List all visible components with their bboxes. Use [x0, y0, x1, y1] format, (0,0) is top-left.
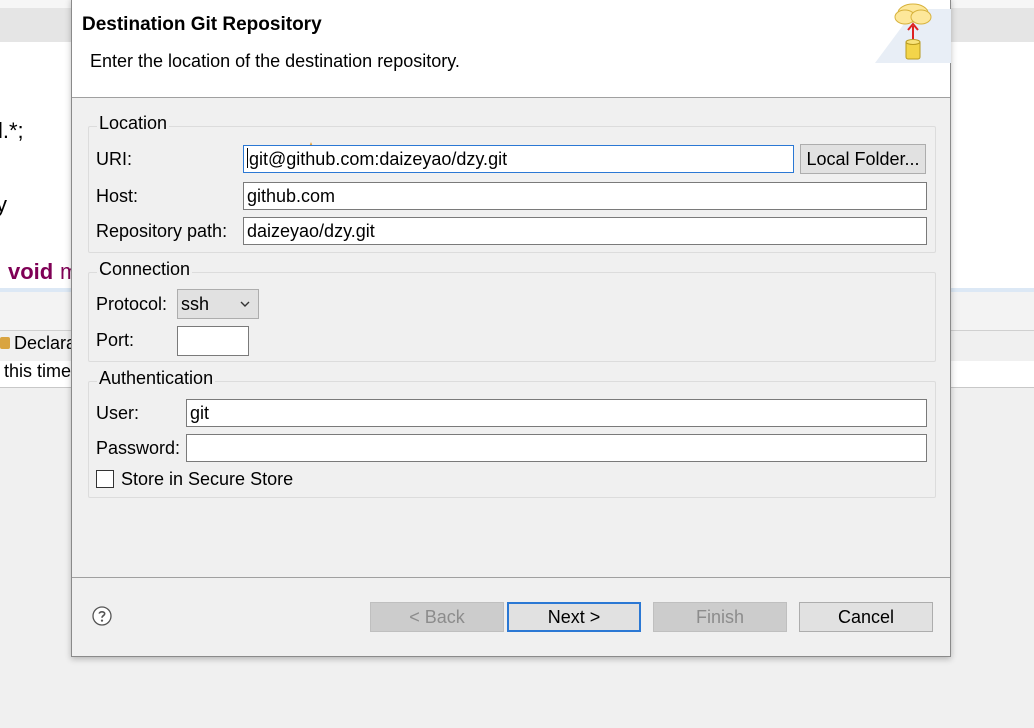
protocol-label: Protocol: — [96, 294, 168, 314]
uri-label: URI: — [96, 149, 132, 169]
uri-value: git@github.com:daizeyao/dzy.git — [249, 149, 508, 169]
dialog-header: Destination Git Repository Enter the loc… — [72, 0, 951, 98]
page-title: Destination Git Repository — [82, 14, 322, 35]
chevron-down-icon — [240, 301, 250, 307]
declaration-tab-icon — [0, 337, 10, 349]
user-field[interactable]: git — [186, 399, 927, 427]
finish-button[interactable]: Finish — [653, 602, 787, 632]
view-tab-declaration[interactable]: Declara — [14, 333, 76, 354]
destination-git-repository-dialog: Destination Git Repository Enter the loc… — [71, 0, 951, 657]
location-legend: Location — [97, 113, 170, 134]
view-text: this time — [4, 361, 72, 381]
host-label: Host: — [96, 186, 139, 206]
local-folder-button[interactable]: Local Folder... — [800, 144, 926, 174]
code-keyword: void — [8, 259, 54, 284]
store-secure-label[interactable]: Store in Secure Store — [121, 469, 293, 490]
connection-legend: Connection — [97, 259, 193, 280]
wizard-git-push-icon — [875, 3, 951, 63]
next-button[interactable]: Next > — [507, 602, 641, 632]
user-label: User: — [96, 403, 140, 423]
port-field[interactable] — [177, 326, 249, 356]
protocol-value: ssh — [181, 294, 210, 314]
code-line: l.*; — [0, 118, 24, 143]
repository-path-label: Repository path: — [96, 221, 228, 241]
password-label: Password: — [96, 438, 181, 458]
port-label: Port: — [96, 330, 135, 350]
repository-path-field[interactable]: daizeyao/dzy.git — [243, 217, 927, 245]
page-description: Enter the location of the destination re… — [90, 51, 460, 71]
password-field[interactable] — [186, 434, 927, 462]
store-secure-checkbox[interactable] — [96, 470, 114, 488]
back-button[interactable]: < Back — [370, 602, 504, 632]
text-caret — [247, 148, 248, 168]
authentication-legend: Authentication — [97, 368, 216, 389]
code-line: y — [0, 192, 7, 217]
protocol-select[interactable]: ssh — [177, 289, 259, 319]
help-icon[interactable] — [92, 606, 112, 626]
footer-separator — [72, 577, 950, 578]
cancel-button[interactable]: Cancel — [799, 602, 933, 632]
uri-field[interactable]: git@github.com:daizeyao/dzy.git — [243, 145, 794, 173]
host-field[interactable]: github.com — [243, 182, 927, 210]
